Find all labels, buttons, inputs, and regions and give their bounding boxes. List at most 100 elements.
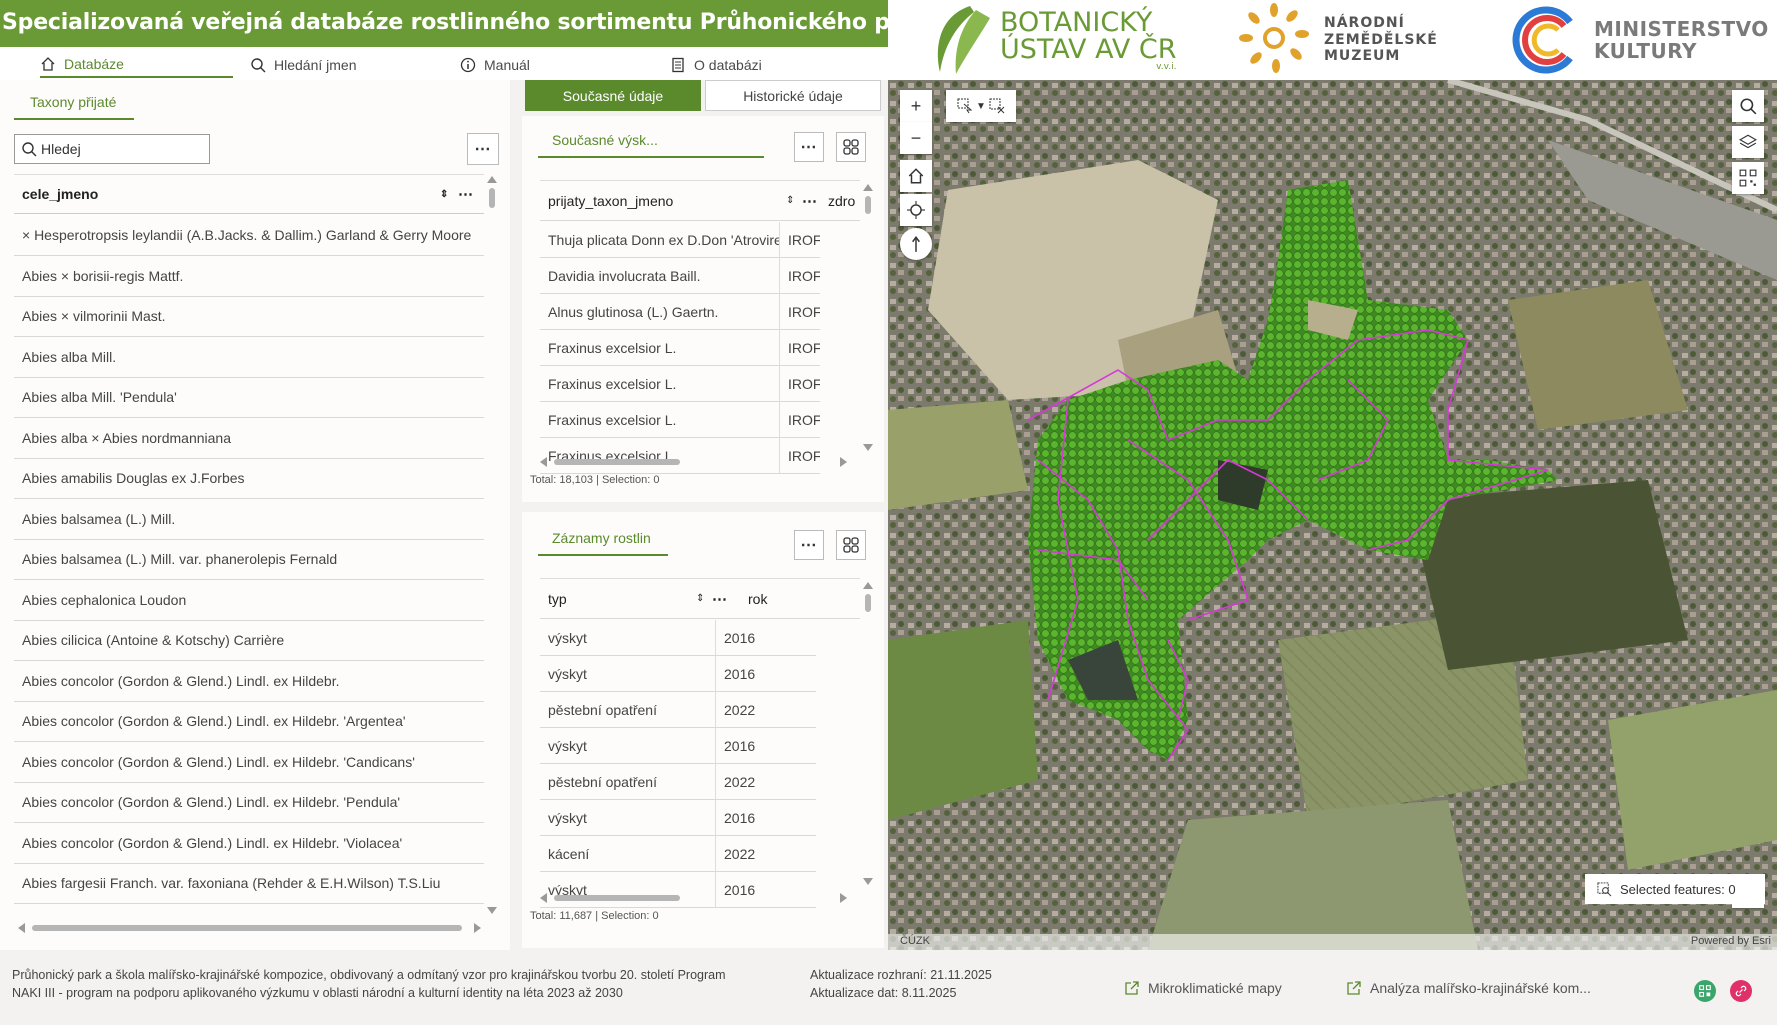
grid-view-button[interactable]	[836, 132, 866, 162]
tab-zaznamy-rostlin[interactable]: Záznamy rostlin	[538, 530, 668, 556]
horizontal-scrollbar-thumb[interactable]	[554, 895, 680, 901]
source-cell[interactable]: IROF	[780, 330, 820, 366]
scroll-left-arrow[interactable]	[18, 923, 25, 933]
record-year-cell[interactable]: 2016	[716, 728, 816, 764]
taxa-search-input[interactable]: Hledej	[14, 134, 210, 164]
grid-view-button[interactable]	[836, 530, 866, 560]
record-year-cell[interactable]: 2016	[716, 800, 816, 836]
taxon-row[interactable]: Abies concolor (Gordon & Glend.) Lindl. …	[14, 661, 484, 702]
record-year-cell[interactable]: 2016	[716, 872, 816, 908]
zoom-in-button[interactable]: +	[900, 90, 932, 122]
scroll-down-arrow[interactable]	[863, 444, 873, 451]
compass-button[interactable]	[900, 228, 932, 260]
scrollbar-thumb[interactable]	[489, 188, 495, 208]
taxon-name-cell[interactable]: Alnus glutinosa (L.) Gaertn.	[540, 294, 780, 330]
tab-soucasne-udaje[interactable]: Současné údaje	[525, 80, 701, 111]
taxon-row[interactable]: Abies concolor (Gordon & Glend.) Lindl. …	[14, 782, 484, 823]
table-options-button[interactable]: ⋯	[794, 132, 824, 162]
taxon-name-cell[interactable]: Fraxinus excelsior L.	[540, 438, 780, 474]
taxon-name-cell[interactable]: Fraxinus excelsior L.	[540, 366, 780, 402]
record-type-cell[interactable]: výskyt	[540, 656, 716, 692]
scrollbar-thumb[interactable]	[865, 594, 871, 612]
home-extent-button[interactable]	[900, 160, 932, 192]
record-type-cell[interactable]: výskyt	[540, 620, 716, 656]
record-year-cell[interactable]: 2016	[716, 656, 816, 692]
record-type-cell[interactable]: pěstební opatření	[540, 764, 716, 800]
nav-tab-hledani-jmen[interactable]: Hledání jmen	[250, 51, 357, 78]
taxon-row[interactable]: Abies concolor (Gordon & Glend.) Lindl. …	[14, 701, 484, 742]
scroll-up-arrow[interactable]	[863, 582, 873, 589]
scroll-down-arrow[interactable]	[863, 878, 873, 885]
column-options-icon[interactable]: ⋯	[712, 590, 727, 608]
record-year-cell[interactable]: 2022	[716, 764, 816, 800]
qr-code-button[interactable]	[1732, 162, 1764, 194]
taxon-row[interactable]: Abies amabilis Douglas ex J.Forbes	[14, 458, 484, 499]
record-type-cell[interactable]: výskyt	[540, 728, 716, 764]
taxon-row[interactable]: Abies balsamea (L.) Mill. var. phanerole…	[14, 539, 484, 580]
source-cell[interactable]: IROF	[780, 294, 820, 330]
link-mikroklimaticke-mapy[interactable]: Mikroklimatické mapy	[1124, 980, 1282, 996]
table1-scrollbar[interactable]	[862, 182, 874, 452]
zoom-out-button[interactable]: −	[900, 122, 932, 154]
table-options-button[interactable]: ⋯	[794, 530, 824, 560]
taxon-name-cell[interactable]: Davidia involucrata Baill.	[540, 258, 780, 294]
map-view[interactable]: + − ▼ Selected features: 0 ČÚZK Powered …	[888, 80, 1777, 950]
taxon-row[interactable]: Abies alba Mill.	[14, 337, 484, 378]
scroll-right-arrow[interactable]	[474, 923, 481, 933]
scroll-right-arrow[interactable]	[840, 457, 847, 467]
scrollbar-thumb[interactable]	[865, 196, 871, 214]
satellite-map[interactable]	[888, 80, 1777, 950]
taxon-row[interactable]: Abies × borisii-regis Mattf.	[14, 256, 484, 297]
source-cell[interactable]: IROF	[780, 366, 820, 402]
taxon-name-cell[interactable]: Thuja plicata Donn ex D.Don 'Atrovirens'	[540, 222, 780, 258]
taxon-row[interactable]: × Hesperotropsis leylandii (A.B.Jacks. &…	[14, 215, 484, 256]
column-header-zdroj[interactable]: zdro	[820, 180, 860, 221]
taxon-row[interactable]: Abies cilicica (Antoine & Kotschy) Carri…	[14, 620, 484, 661]
nav-tab-manual[interactable]: Manuál	[460, 51, 530, 78]
horizontal-scrollbar-thumb[interactable]	[32, 925, 462, 931]
list-options-button[interactable]: ⋯	[467, 133, 499, 165]
record-type-cell[interactable]: kácení	[540, 836, 716, 872]
taxon-row[interactable]: Abies × vilmorinii Mast.	[14, 296, 484, 337]
nav-tab-databaze[interactable]: Databáze	[40, 51, 233, 78]
scroll-right-arrow[interactable]	[840, 893, 847, 903]
taxon-row[interactable]: Abies balsamea (L.) Mill.	[14, 499, 484, 540]
chevron-down-icon[interactable]: ▼	[976, 101, 986, 112]
record-type-cell[interactable]: pěstební opatření	[540, 692, 716, 728]
taxon-row[interactable]: Abies concolor (Gordon & Glend.) Lindl. …	[14, 823, 484, 864]
selected-features-button[interactable]: Selected features: 0	[1585, 874, 1765, 904]
taxa-list-scrollbar[interactable]	[486, 174, 498, 914]
column-options-icon[interactable]: ⋯	[458, 185, 473, 203]
scroll-up-arrow[interactable]	[487, 176, 497, 183]
layers-button[interactable]	[1732, 126, 1764, 158]
esri-attribution[interactable]: Powered by Esri	[1691, 935, 1771, 947]
source-cell[interactable]: IROF	[780, 222, 820, 258]
tab-historicke-udaje[interactable]: Historické údaje	[705, 80, 881, 111]
sort-icon[interactable]: ⇕	[786, 195, 794, 206]
taxon-row[interactable]: Abies alba Mill. 'Pendula'	[14, 377, 484, 418]
sort-icon[interactable]: ⇕	[440, 189, 448, 200]
taxon-row[interactable]: Abies cephalonica Loudon	[14, 580, 484, 621]
taxon-row[interactable]: Abies concolor (Gordon & Glend.) Lindl. …	[14, 742, 484, 783]
nav-tab-o-databazi[interactable]: O databázi	[670, 51, 762, 78]
clear-selection-icon[interactable]	[989, 97, 1005, 115]
tab-taxony-prijate[interactable]: Taxony přijaté	[14, 94, 134, 120]
source-cell[interactable]: IROF	[780, 438, 820, 474]
column-options-icon[interactable]: ⋯	[802, 192, 817, 210]
record-type-cell[interactable]: výskyt	[540, 872, 716, 908]
tab-soucasne-vysk[interactable]: Současné výsk...	[538, 132, 764, 158]
source-cell[interactable]: IROF	[780, 402, 820, 438]
table2-scrollbar[interactable]	[862, 580, 874, 888]
record-year-cell[interactable]: 2022	[716, 836, 816, 872]
record-type-cell[interactable]: výskyt	[540, 800, 716, 836]
taxon-name-cell[interactable]: Fraxinus excelsior L.	[540, 330, 780, 366]
scroll-down-arrow[interactable]	[487, 907, 497, 914]
scroll-up-arrow[interactable]	[863, 184, 873, 191]
column-header-cele-jmeno[interactable]: cele_jmeno ⇕ ⋯	[14, 174, 484, 214]
taxon-name-cell[interactable]: Fraxinus excelsior L.	[540, 402, 780, 438]
sort-icon[interactable]: ⇕	[696, 593, 704, 604]
select-tool-button[interactable]: ▼	[946, 90, 1016, 122]
column-header-typ[interactable]: typ ⇕ ⋯	[540, 578, 740, 619]
link-share-button[interactable]	[1730, 980, 1752, 1002]
taxon-row[interactable]: Abies fargesii Franch. var. faxoniana (R…	[14, 863, 484, 904]
